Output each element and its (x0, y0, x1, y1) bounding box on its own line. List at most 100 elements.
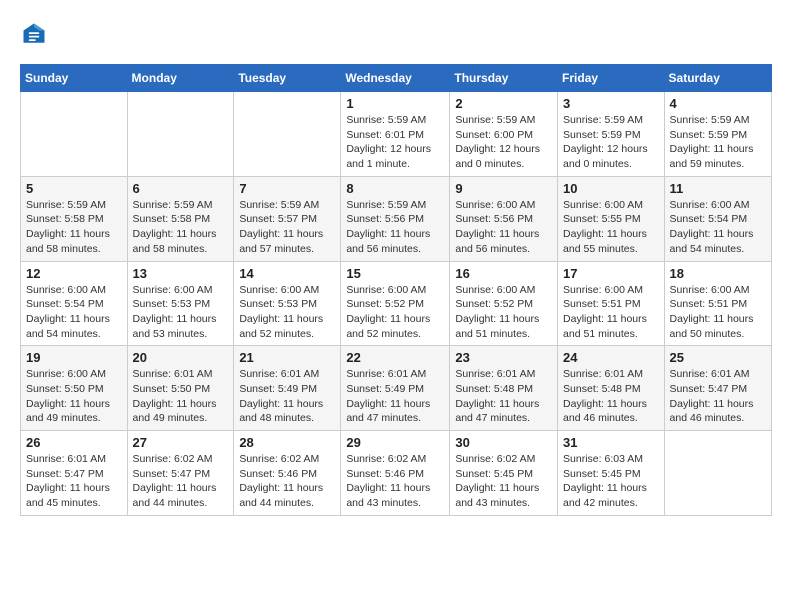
logo-icon (20, 20, 48, 48)
day-number: 25 (670, 350, 766, 365)
calendar-cell: 23 Sunrise: 6:01 AMSunset: 5:48 PMDaylig… (450, 346, 558, 431)
week-row-2: 5 Sunrise: 5:59 AMSunset: 5:58 PMDayligh… (21, 176, 772, 261)
dow-header-thursday: Thursday (450, 65, 558, 92)
week-row-5: 26 Sunrise: 6:01 AMSunset: 5:47 PMDaylig… (21, 431, 772, 516)
calendar-cell: 20 Sunrise: 6:01 AMSunset: 5:50 PMDaylig… (127, 346, 234, 431)
calendar-cell: 15 Sunrise: 6:00 AMSunset: 5:52 PMDaylig… (341, 261, 450, 346)
day-info: Sunrise: 5:59 AMSunset: 5:59 PMDaylight:… (670, 114, 754, 170)
day-number: 20 (133, 350, 229, 365)
day-info: Sunrise: 6:01 AMSunset: 5:50 PMDaylight:… (133, 368, 217, 424)
calendar-cell: 31 Sunrise: 6:03 AMSunset: 5:45 PMDaylig… (558, 431, 665, 516)
day-info: Sunrise: 6:00 AMSunset: 5:52 PMDaylight:… (455, 284, 539, 340)
day-number: 30 (455, 435, 552, 450)
calendar-cell: 27 Sunrise: 6:02 AMSunset: 5:47 PMDaylig… (127, 431, 234, 516)
day-number: 12 (26, 266, 122, 281)
day-info: Sunrise: 5:59 AMSunset: 6:00 PMDaylight:… (455, 114, 540, 170)
day-info: Sunrise: 6:00 AMSunset: 5:52 PMDaylight:… (346, 284, 430, 340)
calendar-cell: 6 Sunrise: 5:59 AMSunset: 5:58 PMDayligh… (127, 176, 234, 261)
calendar-cell: 4 Sunrise: 5:59 AMSunset: 5:59 PMDayligh… (664, 92, 771, 177)
calendar-cell: 3 Sunrise: 5:59 AMSunset: 5:59 PMDayligh… (558, 92, 665, 177)
day-number: 17 (563, 266, 659, 281)
day-number: 15 (346, 266, 444, 281)
day-number: 23 (455, 350, 552, 365)
day-number: 4 (670, 96, 766, 111)
day-info: Sunrise: 6:01 AMSunset: 5:48 PMDaylight:… (455, 368, 539, 424)
day-info: Sunrise: 6:00 AMSunset: 5:54 PMDaylight:… (26, 284, 110, 340)
calendar-cell (234, 92, 341, 177)
dow-header-friday: Friday (558, 65, 665, 92)
day-info: Sunrise: 6:00 AMSunset: 5:54 PMDaylight:… (670, 199, 754, 255)
day-info: Sunrise: 6:00 AMSunset: 5:51 PMDaylight:… (563, 284, 647, 340)
day-info: Sunrise: 6:03 AMSunset: 5:45 PMDaylight:… (563, 453, 647, 509)
day-info: Sunrise: 5:59 AMSunset: 5:56 PMDaylight:… (346, 199, 430, 255)
week-row-1: 1 Sunrise: 5:59 AMSunset: 6:01 PMDayligh… (21, 92, 772, 177)
week-row-3: 12 Sunrise: 6:00 AMSunset: 5:54 PMDaylig… (21, 261, 772, 346)
calendar-cell: 24 Sunrise: 6:01 AMSunset: 5:48 PMDaylig… (558, 346, 665, 431)
day-number: 16 (455, 266, 552, 281)
calendar-cell: 2 Sunrise: 5:59 AMSunset: 6:00 PMDayligh… (450, 92, 558, 177)
logo (20, 20, 50, 48)
day-info: Sunrise: 5:59 AMSunset: 5:58 PMDaylight:… (133, 199, 217, 255)
calendar-cell: 17 Sunrise: 6:00 AMSunset: 5:51 PMDaylig… (558, 261, 665, 346)
calendar-cell: 11 Sunrise: 6:00 AMSunset: 5:54 PMDaylig… (664, 176, 771, 261)
day-info: Sunrise: 5:59 AMSunset: 6:01 PMDaylight:… (346, 114, 431, 170)
day-number: 31 (563, 435, 659, 450)
calendar-cell: 28 Sunrise: 6:02 AMSunset: 5:46 PMDaylig… (234, 431, 341, 516)
calendar-cell: 7 Sunrise: 5:59 AMSunset: 5:57 PMDayligh… (234, 176, 341, 261)
calendar-cell (21, 92, 128, 177)
calendar-cell: 5 Sunrise: 5:59 AMSunset: 5:58 PMDayligh… (21, 176, 128, 261)
day-number: 9 (455, 181, 552, 196)
day-info: Sunrise: 6:02 AMSunset: 5:45 PMDaylight:… (455, 453, 539, 509)
day-number: 1 (346, 96, 444, 111)
calendar-cell: 30 Sunrise: 6:02 AMSunset: 5:45 PMDaylig… (450, 431, 558, 516)
day-info: Sunrise: 6:01 AMSunset: 5:48 PMDaylight:… (563, 368, 647, 424)
dow-header-monday: Monday (127, 65, 234, 92)
day-number: 28 (239, 435, 335, 450)
calendar-cell: 8 Sunrise: 5:59 AMSunset: 5:56 PMDayligh… (341, 176, 450, 261)
day-number: 24 (563, 350, 659, 365)
day-number: 10 (563, 181, 659, 196)
day-number: 2 (455, 96, 552, 111)
calendar-cell: 18 Sunrise: 6:00 AMSunset: 5:51 PMDaylig… (664, 261, 771, 346)
calendar-body: 1 Sunrise: 5:59 AMSunset: 6:01 PMDayligh… (21, 92, 772, 516)
calendar-cell: 25 Sunrise: 6:01 AMSunset: 5:47 PMDaylig… (664, 346, 771, 431)
calendar-cell: 22 Sunrise: 6:01 AMSunset: 5:49 PMDaylig… (341, 346, 450, 431)
week-row-4: 19 Sunrise: 6:00 AMSunset: 5:50 PMDaylig… (21, 346, 772, 431)
day-number: 26 (26, 435, 122, 450)
day-number: 19 (26, 350, 122, 365)
day-number: 8 (346, 181, 444, 196)
day-info: Sunrise: 6:01 AMSunset: 5:47 PMDaylight:… (26, 453, 110, 509)
calendar-cell: 14 Sunrise: 6:00 AMSunset: 5:53 PMDaylig… (234, 261, 341, 346)
calendar-cell: 29 Sunrise: 6:02 AMSunset: 5:46 PMDaylig… (341, 431, 450, 516)
day-number: 14 (239, 266, 335, 281)
calendar-cell: 16 Sunrise: 6:00 AMSunset: 5:52 PMDaylig… (450, 261, 558, 346)
calendar-cell: 12 Sunrise: 6:00 AMSunset: 5:54 PMDaylig… (21, 261, 128, 346)
day-info: Sunrise: 5:59 AMSunset: 5:57 PMDaylight:… (239, 199, 323, 255)
day-number: 22 (346, 350, 444, 365)
calendar-cell: 26 Sunrise: 6:01 AMSunset: 5:47 PMDaylig… (21, 431, 128, 516)
calendar-cell: 19 Sunrise: 6:00 AMSunset: 5:50 PMDaylig… (21, 346, 128, 431)
day-info: Sunrise: 6:01 AMSunset: 5:49 PMDaylight:… (346, 368, 430, 424)
calendar-table: SundayMondayTuesdayWednesdayThursdayFrid… (20, 64, 772, 516)
day-info: Sunrise: 6:01 AMSunset: 5:47 PMDaylight:… (670, 368, 754, 424)
day-info: Sunrise: 6:00 AMSunset: 5:51 PMDaylight:… (670, 284, 754, 340)
day-info: Sunrise: 6:00 AMSunset: 5:53 PMDaylight:… (239, 284, 323, 340)
day-number: 18 (670, 266, 766, 281)
day-info: Sunrise: 6:00 AMSunset: 5:55 PMDaylight:… (563, 199, 647, 255)
day-number: 5 (26, 181, 122, 196)
day-info: Sunrise: 6:01 AMSunset: 5:49 PMDaylight:… (239, 368, 323, 424)
day-number: 13 (133, 266, 229, 281)
calendar-cell (664, 431, 771, 516)
day-number: 29 (346, 435, 444, 450)
day-info: Sunrise: 6:02 AMSunset: 5:47 PMDaylight:… (133, 453, 217, 509)
day-info: Sunrise: 6:02 AMSunset: 5:46 PMDaylight:… (346, 453, 430, 509)
days-of-week-row: SundayMondayTuesdayWednesdayThursdayFrid… (21, 65, 772, 92)
calendar-cell: 21 Sunrise: 6:01 AMSunset: 5:49 PMDaylig… (234, 346, 341, 431)
day-info: Sunrise: 5:59 AMSunset: 5:58 PMDaylight:… (26, 199, 110, 255)
day-number: 6 (133, 181, 229, 196)
calendar-cell (127, 92, 234, 177)
dow-header-saturday: Saturday (664, 65, 771, 92)
day-info: Sunrise: 6:02 AMSunset: 5:46 PMDaylight:… (239, 453, 323, 509)
day-number: 7 (239, 181, 335, 196)
day-number: 3 (563, 96, 659, 111)
